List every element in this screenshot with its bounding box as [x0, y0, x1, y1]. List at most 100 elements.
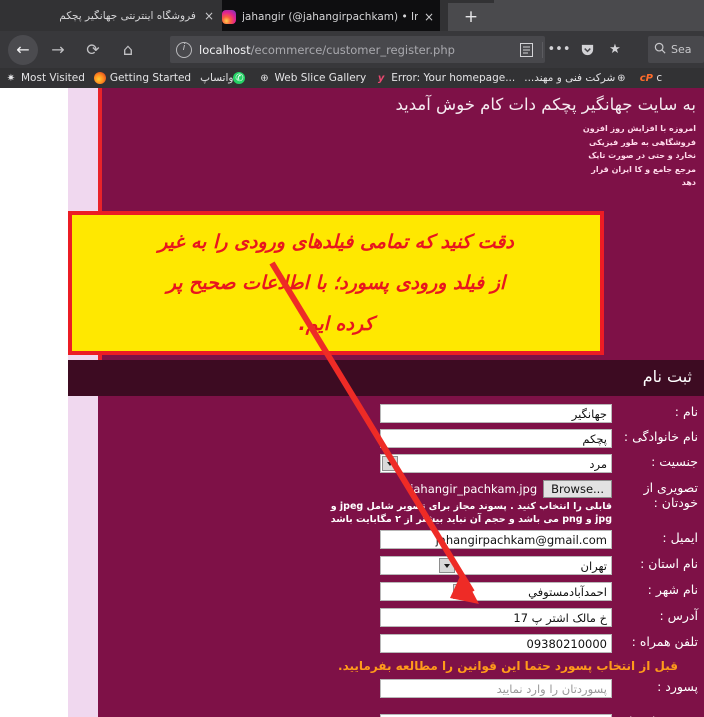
- bookmark-most-visited-label: Most Visited: [21, 72, 85, 84]
- bookmark-engineering-company[interactable]: ⊕ شرکت فنی و مهند...: [524, 68, 631, 88]
- form-row-gender: مرد جنسیت :: [98, 454, 704, 473]
- url-path: /ecommerce/customer_register.php: [250, 42, 455, 57]
- site-info-icon[interactable]: i: [176, 41, 192, 58]
- globe-icon: ⊕: [260, 72, 269, 84]
- bookmark-engineering-company-label: شرکت فنی و مهند...: [524, 72, 616, 84]
- email-value: jahangirpachkam@gmail.com: [435, 532, 607, 547]
- reader-view-icon[interactable]: [512, 37, 540, 63]
- browser-chrome: فروشگاه اینترنتی جهانگیر پچکم × jahangir…: [0, 0, 704, 88]
- registration-form: جهانگیر نام : پچکم نام خانوادگی : مرد جن…: [98, 396, 704, 717]
- search-input[interactable]: Sea: [671, 43, 692, 56]
- password-placeholder: پسوردتان را وارد نمایید: [496, 681, 607, 696]
- gender-label: جنسیت :: [651, 454, 698, 469]
- city-value: احمدآبادمستوفي: [528, 584, 607, 599]
- photo-label: تصویری از خودتان :: [643, 480, 698, 510]
- forward-icon[interactable]: →: [43, 35, 73, 65]
- bookmark-error-homepage-label: Error: Your homepage...: [391, 72, 516, 84]
- tab-instagram-label: jahangir (@jahangirpachkam) • Ins: [242, 10, 418, 23]
- bookmark-star-icon[interactable]: ★: [601, 37, 629, 63]
- province-value: تهران: [580, 558, 608, 573]
- form-row-city: احمدآبادمستوفي نام شهر :: [98, 582, 704, 601]
- photo-filename: jahangir_pachkam.jpg: [410, 482, 538, 496]
- lastname-input[interactable]: پچکم: [380, 429, 612, 448]
- banner-line-2: از فیلد ورودی پسورد؛ با اطلاعات صحیح پر: [166, 271, 506, 294]
- globe-icon-2: ⊕: [617, 72, 626, 84]
- province-select[interactable]: تهران: [380, 556, 612, 575]
- bookmark-getting-started[interactable]: Getting Started: [93, 68, 192, 88]
- chevron-down-icon-gender[interactable]: [382, 456, 398, 471]
- tab-shop-close-icon[interactable]: ×: [204, 10, 214, 22]
- email-input[interactable]: jahangirpachkam@gmail.com: [380, 530, 612, 549]
- tab-shop-label: فروشگاه اینترنتی جهانگیر پچکم: [60, 9, 196, 22]
- url-text: localhost/ecommerce/customer_register.ph…: [199, 43, 455, 57]
- bookmark-error-homepage[interactable]: y Error: Your homepage...: [375, 68, 515, 88]
- photo-hint-line-2: jpg و png می باشد و حجم آن نباید بیشتر ا…: [330, 514, 612, 525]
- chevron-down-icon-province[interactable]: [439, 558, 455, 573]
- page-actions-icon[interactable]: •••: [545, 37, 573, 63]
- email-label: ایمیل :: [662, 530, 698, 545]
- bookmark-web-slice-gallery-label: Web Slice Gallery: [274, 72, 367, 84]
- new-tab-button[interactable]: +: [448, 3, 494, 31]
- bookmark-most-visited[interactable]: ✷ Most Visited: [5, 68, 85, 88]
- firstname-label: نام :: [674, 404, 698, 419]
- firstname-value: جهانگیر: [571, 406, 607, 421]
- cpanel-icon: cP: [639, 72, 653, 84]
- form-row-photo: jahangir_pachkam.jpg Browse... قابلی را …: [98, 480, 704, 526]
- toolbar-divider: [542, 41, 543, 58]
- form-row-password: پسوردتان را وارد نمایید پسورد :: [98, 679, 704, 698]
- photo-hint-line-1: قابلی را انتخاب کنید . پسوند مجاز برای ت…: [330, 501, 612, 512]
- city-select[interactable]: احمدآبادمستوفي: [380, 582, 612, 601]
- city-label: نام شهر :: [647, 582, 698, 597]
- tab-shop[interactable]: فروشگاه اینترنتی جهانگیر پچکم ×: [60, 0, 220, 31]
- address-bar[interactable]: i localhost/ecommerce/customer_register.…: [170, 36, 545, 63]
- page-left-strip: [68, 88, 98, 717]
- form-row-province: تهران نام استان :: [98, 556, 704, 575]
- yahoo-icon: y: [377, 72, 385, 84]
- form-row-email: jahangirpachkam@gmail.com ایمیل :: [98, 530, 704, 549]
- bookmark-cpanel-label: c: [656, 72, 663, 84]
- firstname-input[interactable]: جهانگیر: [380, 404, 612, 423]
- firefox-icon: [93, 72, 106, 84]
- url-host: localhost: [199, 42, 251, 57]
- photo-upload-line: jahangir_pachkam.jpg Browse...: [288, 480, 612, 498]
- tab-instagram[interactable]: jahangir (@jahangirpachkam) • Ins ×: [222, 0, 440, 31]
- address-input[interactable]: خ مالک اشتر پ 17: [380, 608, 612, 627]
- gear-icon: ✷: [6, 72, 16, 84]
- tab-strip: فروشگاه اینترنتی جهانگیر پچکم × jahangir…: [0, 0, 704, 31]
- search-bar[interactable]: Sea: [648, 36, 704, 63]
- address-label: آدرس :: [659, 608, 698, 623]
- tab-instagram-close-icon[interactable]: ×: [424, 11, 434, 23]
- search-icon: [654, 42, 666, 57]
- banner-line-1: دقت کنید که تمامی فیلدهای ورودی را به غی…: [158, 230, 514, 253]
- bookmark-cpanel[interactable]: cP c: [640, 68, 662, 88]
- browser-window: فروشگاه اینترنتی جهانگیر پچکم × jahangir…: [0, 0, 704, 717]
- banner-line-3: کرده ایم.: [298, 312, 374, 335]
- pocket-icon[interactable]: [573, 37, 601, 63]
- lastname-label: نام خانوادگی :: [623, 429, 698, 444]
- instagram-icon: [222, 9, 236, 24]
- province-label: نام استان :: [640, 556, 698, 571]
- password-rules-notice[interactable]: قبل از انتخاب پسورد حتما این قوانین را م…: [98, 659, 704, 673]
- gender-select[interactable]: مرد: [380, 454, 612, 473]
- section-title: ثبت نام: [642, 367, 692, 386]
- chevron-down-icon-city[interactable]: [453, 584, 469, 599]
- tab-strip-empty-area: [494, 0, 704, 31]
- browse-button[interactable]: Browse...: [543, 480, 612, 498]
- home-icon[interactable]: ⌂: [113, 35, 143, 65]
- bookmark-web-slice-gallery[interactable]: ⊕ Web Slice Gallery: [258, 68, 366, 88]
- lastname-value: پچکم: [582, 431, 607, 446]
- back-icon[interactable]: ←: [8, 34, 38, 65]
- reload-icon[interactable]: ⟳: [78, 35, 108, 65]
- bookmark-whatsapp[interactable]: ✆ واتساپ: [200, 68, 249, 88]
- password-input[interactable]: پسوردتان را وارد نمایید: [380, 679, 612, 698]
- whatsapp-icon: ✆: [233, 72, 246, 84]
- welcome-heading: به سایت جهانگیر پچکم دات کام خوش آمدید: [395, 95, 696, 114]
- mobile-input[interactable]: 09380210000: [380, 634, 612, 653]
- intro-paragraph: امروزه با افزایش روز افزون فروشگاهی به ط…: [582, 124, 696, 187]
- web-page: به سایت جهانگیر پچکم دات کام خوش آمدید ا…: [0, 88, 704, 717]
- bookmark-getting-started-label: Getting Started: [109, 72, 192, 84]
- mobile-label: تلفن همراه :: [631, 634, 698, 649]
- bookmark-whatsapp-label: واتساپ: [200, 72, 234, 84]
- mobile-value: 09380210000: [526, 636, 607, 651]
- address-value: خ مالک اشتر پ 17: [513, 610, 607, 625]
